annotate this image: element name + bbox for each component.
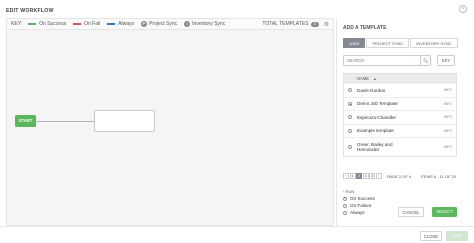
key-always: Always: [107, 21, 134, 27]
run-option-on-failure[interactable]: On Failure: [343, 203, 371, 208]
template-name: Espinoza-Chandler: [357, 114, 397, 120]
page-button[interactable]: 3: [362, 173, 369, 179]
save-button[interactable]: SAVE: [446, 231, 468, 241]
always-line-icon: [107, 23, 116, 25]
template-name: Greer, Bailey and Hernandez: [357, 141, 393, 153]
close-button[interactable]: CLOSE: [420, 231, 442, 241]
on-fail-line-icon: [73, 23, 82, 25]
total-templates: TOTAL TEMPLATES 0 ⚙: [262, 21, 329, 28]
run-option-label: On Success: [350, 196, 375, 201]
inventory-sync-label: Inventory Sync: [192, 21, 226, 27]
info-link[interactable]: INFO: [444, 102, 452, 106]
on-success-line-icon: [28, 23, 37, 25]
radio-button[interactable]: [348, 145, 352, 149]
radio-button[interactable]: [343, 203, 347, 208]
radio-button[interactable]: [348, 88, 352, 93]
start-node[interactable]: START: [15, 115, 36, 127]
select-button[interactable]: SELECT: [432, 207, 457, 217]
project-sync-label: Project Sync: [149, 21, 178, 27]
total-templates-badge: 0: [311, 21, 319, 27]
radio-button[interactable]: [348, 101, 352, 106]
key-label: KEY:: [11, 21, 23, 27]
key-on-fail: On Fail: [73, 21, 100, 27]
modal-title: EDIT WORKFLOW: [6, 8, 54, 14]
on-fail-label: On Fail: [84, 21, 101, 27]
pagination: ‹ 1 2 3 4 › PAGE 2 OF 4: [343, 173, 411, 179]
search-input[interactable]: [343, 55, 421, 66]
template-list: NAME ▲ Davis-Gordon INFO Demo Job Templat…: [343, 73, 457, 157]
search-icon[interactable]: 🔍: [421, 55, 431, 66]
tab-project-sync[interactable]: PROJECT SYNC: [366, 38, 410, 48]
list-item[interactable]: Example template INFO: [344, 123, 456, 138]
gear-icon[interactable]: ⚙: [324, 21, 329, 28]
info-link[interactable]: INFO: [444, 129, 452, 133]
sort-icon[interactable]: ▲: [373, 77, 376, 81]
radio-button[interactable]: [348, 115, 352, 120]
list-item[interactable]: Greer, Bailey and Hernandez INFO: [344, 137, 456, 156]
list-item[interactable]: Demo Job Template INFO: [344, 96, 456, 111]
on-success-label: On Success: [39, 21, 67, 27]
always-label: Always: [118, 21, 135, 27]
project-sync-icon: P: [141, 21, 148, 27]
run-option-label: On Failure: [350, 203, 372, 208]
key-project-sync: P Project Sync: [141, 21, 177, 27]
workflow-key-bar: KEY: On Success On Fail Always P Project…: [6, 18, 334, 30]
template-tabs: JOBS PROJECT SYNC INVENTORY SYNC: [343, 38, 459, 48]
list-item[interactable]: Espinoza-Chandler INFO: [344, 110, 456, 124]
name-column-header[interactable]: NAME: [357, 76, 369, 81]
tab-jobs[interactable]: JOBS: [343, 38, 366, 48]
template-name: Example template: [357, 128, 394, 133]
info-link[interactable]: INFO: [444, 145, 452, 149]
info-link[interactable]: INFO: [444, 88, 452, 92]
info-link[interactable]: INFO: [444, 115, 452, 119]
new-node-placeholder[interactable]: [94, 110, 155, 132]
run-label: *RUN: [343, 189, 354, 194]
list-item[interactable]: Davis-Gordon INFO: [344, 83, 456, 97]
workflow-link[interactable]: [36, 120, 94, 122]
template-name: Davis-Gordon: [357, 87, 386, 93]
run-option-always[interactable]: Always: [343, 210, 365, 215]
workflow-canvas[interactable]: START: [6, 30, 334, 226]
radio-button[interactable]: [343, 196, 347, 201]
inventory-sync-icon: I: [184, 21, 191, 27]
required-marker: *: [343, 189, 345, 194]
page-button[interactable]: 1: [349, 173, 356, 179]
cancel-button[interactable]: CANCEL: [398, 207, 424, 217]
radio-button[interactable]: [348, 128, 352, 133]
close-icon[interactable]: ×: [459, 5, 467, 13]
key-on-success: On Success: [28, 21, 66, 27]
panel-title: ADD A TEMPLATE: [343, 25, 387, 31]
run-option-label: Always: [350, 210, 365, 215]
next-page-button[interactable]: ›: [375, 173, 382, 179]
run-option-on-success[interactable]: On Success: [343, 196, 375, 201]
prev-page-button[interactable]: ‹: [343, 173, 349, 179]
radio-button[interactable]: [343, 210, 347, 215]
total-templates-label: TOTAL TEMPLATES: [262, 21, 309, 27]
key-inventory-sync: I Inventory Sync: [184, 21, 225, 27]
page-button[interactable]: 2: [356, 173, 362, 179]
search-row: 🔍 KEY: [343, 55, 455, 66]
list-header[interactable]: NAME ▲: [344, 74, 456, 83]
page-button[interactable]: 4: [369, 173, 375, 179]
tab-inventory-sync[interactable]: INVENTORY SYNC: [410, 38, 458, 48]
page-of-label: PAGE 2 OF 4: [387, 173, 412, 179]
run-label-text: RUN: [345, 189, 355, 194]
key-button[interactable]: KEY: [437, 55, 455, 66]
footer-divider: [0, 226, 474, 227]
template-name: Demo Job Template: [357, 101, 398, 106]
items-count: ITEMS 6 - 11 OF 20: [420, 174, 457, 179]
add-template-panel: ADD A TEMPLATE JOBS PROJECT SYNC INVENTO…: [336, 18, 465, 226]
